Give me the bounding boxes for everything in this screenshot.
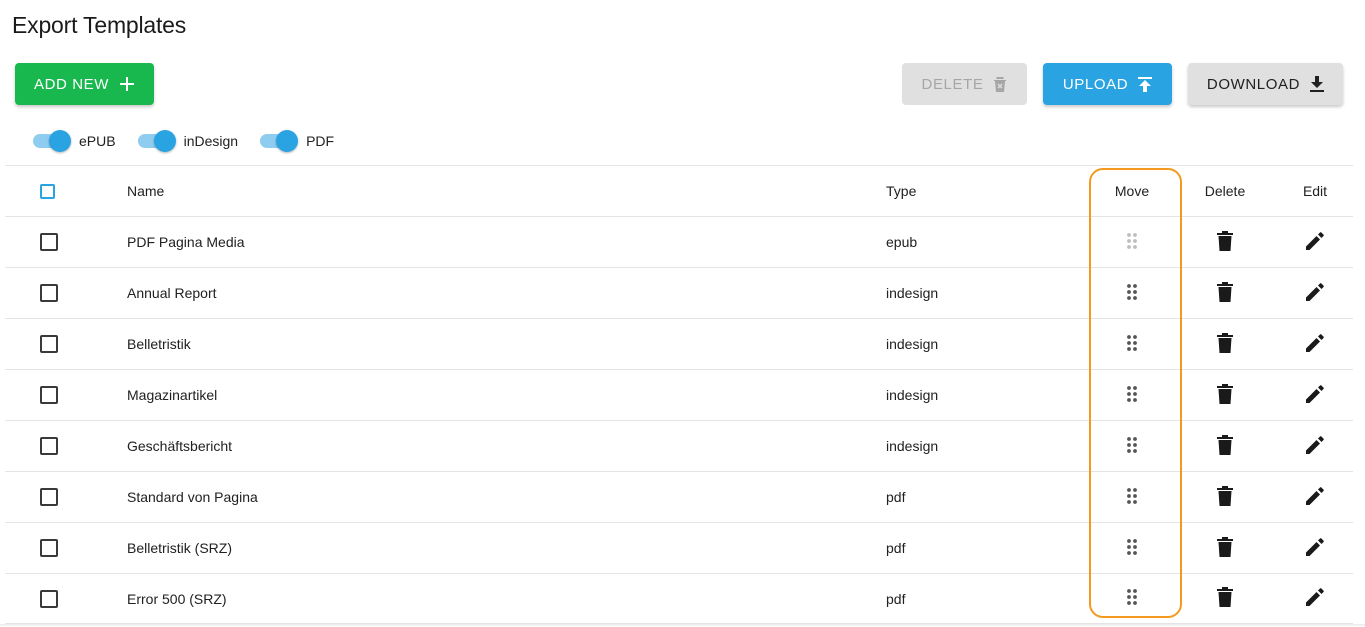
add-new-button[interactable]: ADD NEW <box>15 63 154 105</box>
delete-label: DELETE <box>921 75 984 93</box>
add-new-label: ADD NEW <box>33 75 110 93</box>
filter-indesign-toggle[interactable]: inDesign <box>137 130 239 152</box>
delete-forever-icon <box>993 76 1007 93</box>
drag-handle-icon[interactable] <box>1126 588 1138 609</box>
template-type: indesign <box>886 336 939 352</box>
upload-label: UPLOAD <box>1062 75 1129 93</box>
pencil-icon[interactable] <box>1305 333 1325 356</box>
table-header: Name Type Move Delete Edit <box>5 165 1353 216</box>
drag-handle-icon <box>1126 232 1138 253</box>
filter-pdf-label: PDF <box>306 133 335 149</box>
row-checkbox[interactable] <box>40 233 58 251</box>
trash-icon[interactable] <box>1217 536 1233 560</box>
plus-icon <box>119 76 135 92</box>
type-filters: ePUB inDesign PDF <box>33 130 356 152</box>
table-row[interactable]: Annual Report indesign <box>5 267 1353 318</box>
trash-icon[interactable] <box>1217 230 1233 254</box>
pencil-icon[interactable] <box>1305 435 1325 458</box>
template-name: Annual Report <box>127 285 217 301</box>
row-checkbox[interactable] <box>40 335 58 353</box>
template-type: pdf <box>886 540 906 556</box>
filter-indesign-label: inDesign <box>183 133 239 149</box>
page-title: Export Templates <box>12 12 187 38</box>
templates-table: Name Type Move Delete Edit PDF Pagina Me… <box>5 165 1353 624</box>
download-icon <box>1310 76 1325 92</box>
template-type: pdf <box>886 590 906 607</box>
template-name: Belletristik <box>127 336 191 352</box>
column-header-name[interactable]: Name <box>127 166 164 216</box>
template-name: Magazinartikel <box>127 387 218 403</box>
upload-icon <box>1138 76 1153 92</box>
drag-handle-icon[interactable] <box>1126 283 1138 304</box>
table-row[interactable]: Belletristik (SRZ) pdf <box>5 522 1353 573</box>
trash-icon[interactable] <box>1217 587 1233 610</box>
row-checkbox[interactable] <box>40 589 58 608</box>
row-checkbox[interactable] <box>40 539 58 557</box>
table-row[interactable]: Belletristik indesign <box>5 318 1353 369</box>
row-checkbox[interactable] <box>40 284 58 302</box>
pencil-icon[interactable] <box>1305 486 1325 509</box>
table-row[interactable]: Geschäftsbericht indesign <box>5 420 1353 471</box>
upload-button[interactable]: UPLOAD <box>1043 63 1172 105</box>
drag-handle-icon[interactable] <box>1126 487 1138 508</box>
row-checkbox[interactable] <box>40 386 58 404</box>
column-header-type[interactable]: Type <box>886 166 916 216</box>
template-name: Error 500 (SRZ) <box>127 590 227 607</box>
table-row[interactable]: Standard von Pagina pdf <box>5 471 1353 522</box>
pencil-icon[interactable] <box>1305 231 1325 254</box>
template-type: indesign <box>886 438 939 454</box>
trash-icon[interactable] <box>1217 281 1233 305</box>
delete-button[interactable]: DELETE <box>902 63 1027 105</box>
drag-handle-icon[interactable] <box>1126 334 1138 355</box>
download-label: DOWNLOAD <box>1206 75 1301 93</box>
row-checkbox[interactable] <box>40 437 58 455</box>
template-name: Standard von Pagina <box>127 489 258 505</box>
drag-handle-icon[interactable] <box>1126 436 1138 457</box>
template-name: PDF Pagina Media <box>127 234 245 250</box>
template-name: Geschäftsbericht <box>127 438 233 454</box>
pencil-icon[interactable] <box>1305 587 1325 610</box>
pencil-icon[interactable] <box>1305 537 1325 560</box>
template-name: Belletristik (SRZ) <box>127 540 233 556</box>
trash-icon[interactable] <box>1217 485 1233 509</box>
template-type: indesign <box>886 285 939 301</box>
download-button[interactable]: DOWNLOAD <box>1188 63 1343 105</box>
column-header-delete: Delete <box>1204 183 1246 199</box>
template-type: pdf <box>886 489 906 505</box>
trash-icon[interactable] <box>1217 383 1233 407</box>
filter-epub-toggle[interactable]: ePUB <box>33 130 116 152</box>
drag-handle-icon[interactable] <box>1126 385 1138 406</box>
trash-icon[interactable] <box>1217 332 1233 356</box>
pencil-icon[interactable] <box>1305 384 1325 407</box>
table-row[interactable]: PDF Pagina Media epub <box>5 216 1353 267</box>
pencil-icon[interactable] <box>1305 282 1325 305</box>
trash-icon[interactable] <box>1217 434 1233 458</box>
drag-handle-icon[interactable] <box>1126 538 1138 559</box>
select-all-checkbox[interactable] <box>40 183 55 199</box>
filter-epub-label: ePUB <box>79 133 116 149</box>
toggle-switch[interactable] <box>260 130 299 152</box>
table-row[interactable]: Error 500 (SRZ) pdf <box>5 573 1353 624</box>
template-type: indesign <box>886 387 939 403</box>
row-checkbox[interactable] <box>40 488 58 506</box>
column-header-edit: Edit <box>1302 183 1328 199</box>
template-type: epub <box>886 234 918 250</box>
toggle-switch[interactable] <box>137 130 176 152</box>
toggle-switch[interactable] <box>33 130 71 152</box>
table-row[interactable]: Magazinartikel indesign <box>5 369 1353 420</box>
column-header-move: Move <box>1114 183 1150 199</box>
filter-pdf-toggle[interactable]: PDF <box>260 130 334 152</box>
